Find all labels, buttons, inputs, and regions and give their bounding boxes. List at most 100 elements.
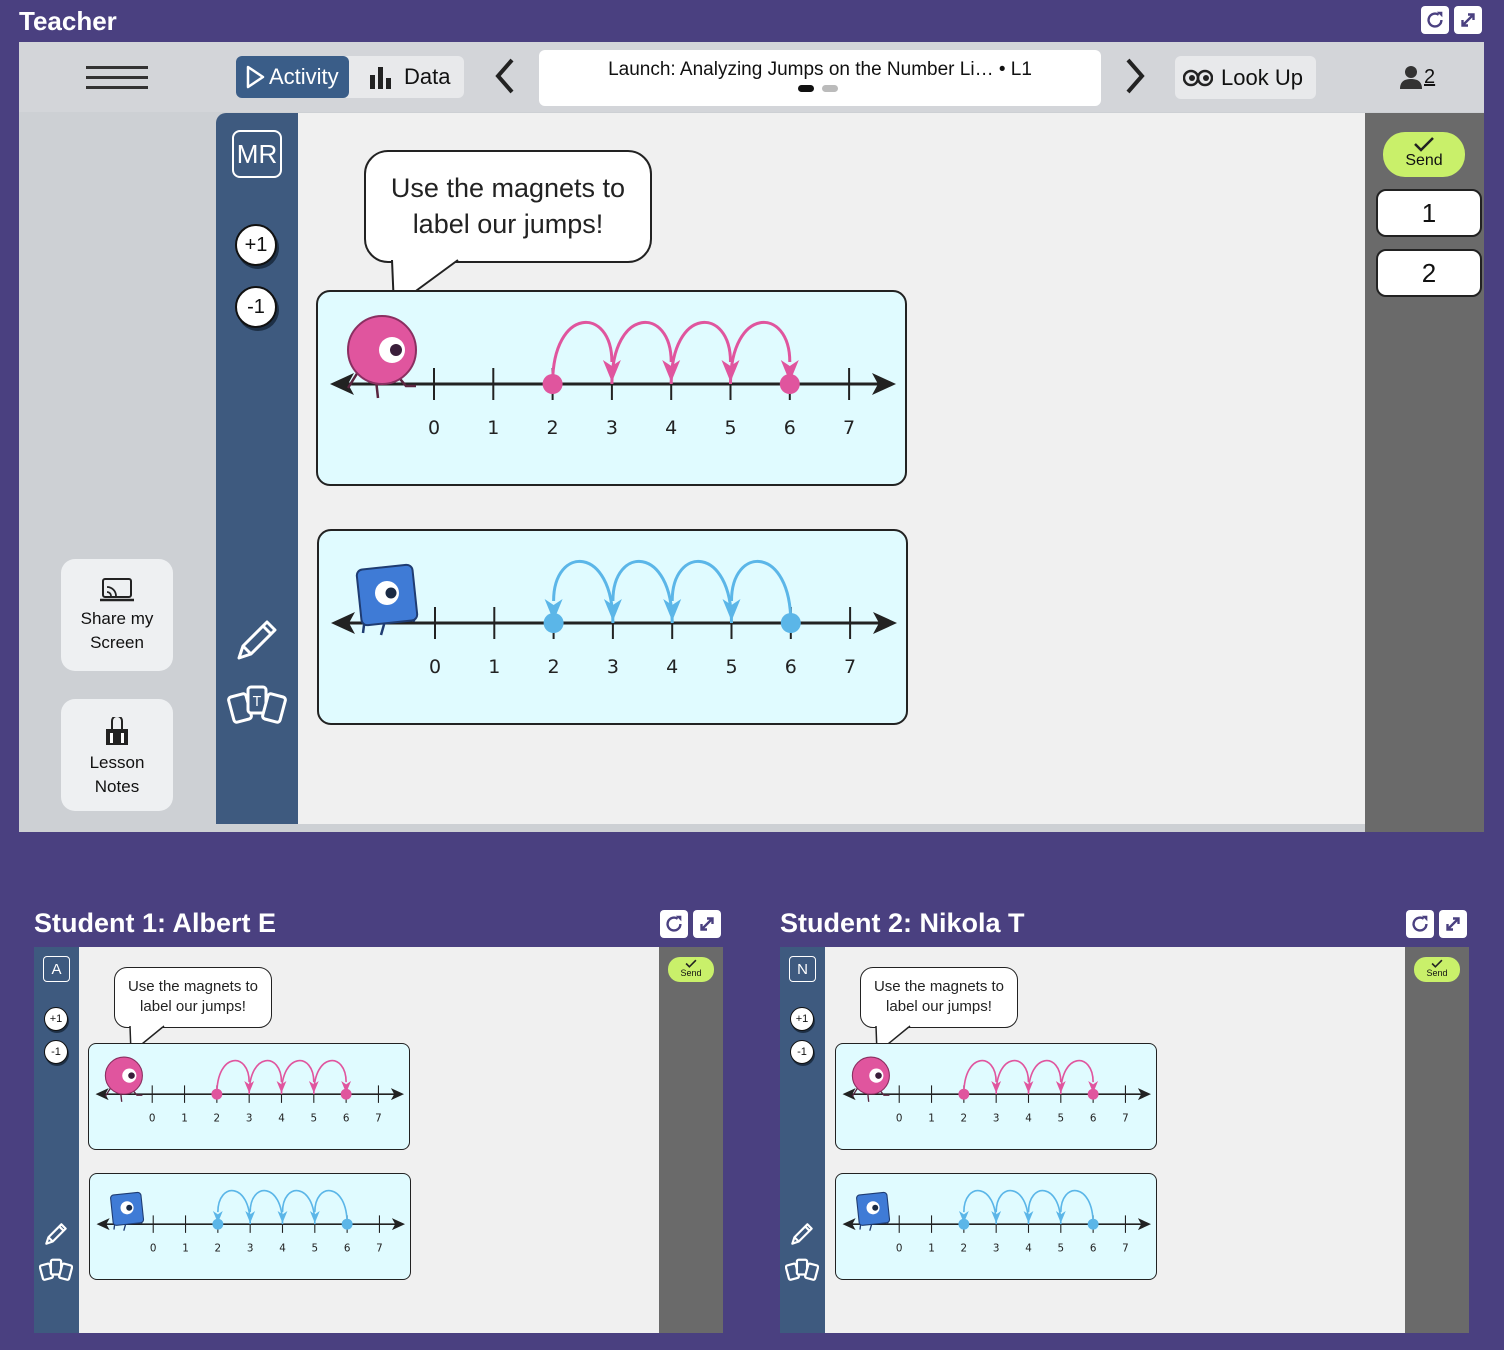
tick-label: 7 xyxy=(843,417,855,439)
student-2-send-button[interactable]: Send xyxy=(1414,957,1460,982)
tick-label: 6 xyxy=(344,1242,351,1254)
start-point xyxy=(1087,1218,1099,1230)
student-1-refresh-button[interactable] xyxy=(660,910,688,938)
tick-label: 5 xyxy=(1058,1112,1065,1124)
student-2-magnet-cards-tool[interactable] xyxy=(784,1256,820,1284)
blue-number-line: 0 1 2 3 4 5 6 7 xyxy=(331,560,897,678)
start-point xyxy=(542,374,563,394)
checkmark-icon xyxy=(1414,137,1434,152)
tab-activity-label: Activity xyxy=(269,64,339,89)
share-screen-button[interactable]: Share my Screen xyxy=(61,559,173,671)
eyes-icon xyxy=(1183,69,1213,86)
jump-arrowhead xyxy=(277,1211,288,1224)
jump-arc xyxy=(312,1059,347,1095)
magnet-cards-tool[interactable]: T xyxy=(227,681,287,729)
plus-one-magnet[interactable]: +1 xyxy=(235,224,277,266)
lesson-notes-label: Lesson Notes xyxy=(89,753,145,796)
end-point xyxy=(779,374,800,394)
screen-title-box[interactable]: Launch: Analyzing Jumps on the Number Li… xyxy=(539,50,1101,106)
lesson-notes-button[interactable]: Lesson Notes xyxy=(61,699,173,811)
tick-label: 2 xyxy=(961,1242,968,1254)
start-point xyxy=(780,613,801,633)
tick-label: 1 xyxy=(928,1112,935,1124)
tick-label: 6 xyxy=(784,417,796,439)
jump-arc xyxy=(963,1059,997,1095)
tick-label: 3 xyxy=(246,1112,253,1124)
student-2-minus-one-magnet[interactable]: -1 xyxy=(790,1040,814,1064)
tick-label: 2 xyxy=(214,1112,221,1124)
tick-label: 5 xyxy=(1058,1242,1065,1254)
tick-label: 2 xyxy=(547,417,559,439)
jump-arc xyxy=(670,560,733,624)
teacher-speech-bubble: Use the magnets to label our jumps! xyxy=(364,150,652,263)
checkmark-icon xyxy=(1431,959,1443,968)
tick-label: 4 xyxy=(666,656,678,678)
tick-label: 2 xyxy=(961,1112,968,1124)
refresh-icon xyxy=(1427,11,1443,28)
pink-number-line: 0 1 2 3 4 5 6 7 xyxy=(330,315,896,439)
student-2-pencil-tool[interactable] xyxy=(788,1220,816,1248)
student-2-initial-badge[interactable]: N xyxy=(789,956,816,982)
student-1-blue-number-line: 0 1 2 3 4 5 6 7 xyxy=(96,1189,406,1254)
end-point xyxy=(340,1088,352,1100)
student-2-plus-one-magnet[interactable]: +1 xyxy=(790,1007,814,1031)
next-screen-button[interactable] xyxy=(1120,56,1150,103)
menu-icon[interactable] xyxy=(86,66,148,92)
student-1-initial-badge[interactable]: A xyxy=(43,956,70,982)
jump-arrowhead xyxy=(1023,1211,1034,1224)
minus-one-magnet[interactable]: -1 xyxy=(235,286,277,328)
jump-arrowhead xyxy=(991,1211,1002,1224)
jump-arc xyxy=(551,321,614,385)
jump-arrowhead xyxy=(309,1211,320,1224)
refresh-icon xyxy=(1412,915,1428,932)
jump-arc xyxy=(248,1059,283,1095)
send-button[interactable]: Send xyxy=(1383,132,1465,177)
student-2-refresh-button[interactable] xyxy=(1406,910,1434,938)
jump-arc xyxy=(1059,1189,1094,1225)
jump-arc xyxy=(610,321,673,385)
student-1-expand-button[interactable] xyxy=(693,910,721,938)
tab-activity[interactable]: Activity xyxy=(236,56,349,98)
student-1-magnet-cards-tool[interactable] xyxy=(38,1256,74,1284)
start-point xyxy=(211,1088,223,1100)
student-2-page-sidebar xyxy=(1405,947,1469,1333)
student-1-plus-one-magnet[interactable]: +1 xyxy=(44,1007,68,1031)
student-1-pencil-tool[interactable] xyxy=(42,1220,70,1248)
student-1-pink-number-line-panel: 0 1 2 3 4 5 6 7 xyxy=(88,1043,410,1150)
jump-arc xyxy=(1059,1059,1094,1095)
cast-screen-icon xyxy=(100,578,134,602)
tab-data[interactable]: Data xyxy=(354,56,464,98)
jump-arc xyxy=(611,560,674,624)
look-up-button[interactable]: Look Up xyxy=(1175,56,1316,99)
student-1-speech-bubble: Use the magnets to label our jumps! xyxy=(114,967,272,1028)
page-tab-1[interactable]: 1 xyxy=(1376,189,1482,237)
tick-label: 3 xyxy=(606,417,618,439)
user-count-button[interactable]: 2 xyxy=(1400,65,1435,89)
previous-screen-button[interactable] xyxy=(490,56,520,103)
pencil-icon xyxy=(791,1223,813,1245)
jump-arc xyxy=(216,1059,250,1095)
student-1-send-button[interactable]: Send xyxy=(668,957,714,982)
jump-arc xyxy=(995,1189,1030,1225)
tick-label: 5 xyxy=(312,1242,319,1254)
student-2-pink-number-line: 0 1 2 3 4 5 6 7 xyxy=(842,1056,1152,1124)
refresh-icon xyxy=(666,915,682,932)
student-2-expand-button[interactable] xyxy=(1439,910,1467,938)
teacher-initials-badge[interactable]: MR xyxy=(232,130,282,178)
binder-clip-icon xyxy=(106,717,128,745)
tick-label: 1 xyxy=(488,656,500,678)
start-point xyxy=(341,1218,353,1230)
user-count: 2 xyxy=(1424,65,1436,88)
tick-label: 4 xyxy=(1025,1112,1032,1124)
refresh-button[interactable] xyxy=(1421,6,1449,34)
view-tabs: Activity Data xyxy=(236,56,464,98)
tick-label: 0 xyxy=(149,1112,156,1124)
tick-label: 5 xyxy=(725,656,737,678)
student-1-minus-one-magnet[interactable]: -1 xyxy=(44,1040,68,1064)
expand-button[interactable] xyxy=(1454,6,1482,34)
expand-icon xyxy=(700,917,714,931)
page-tab-2[interactable]: 2 xyxy=(1376,249,1482,297)
svg-text:T: T xyxy=(252,695,261,710)
pencil-tool[interactable] xyxy=(231,614,283,666)
tick-label: 7 xyxy=(1122,1112,1129,1124)
